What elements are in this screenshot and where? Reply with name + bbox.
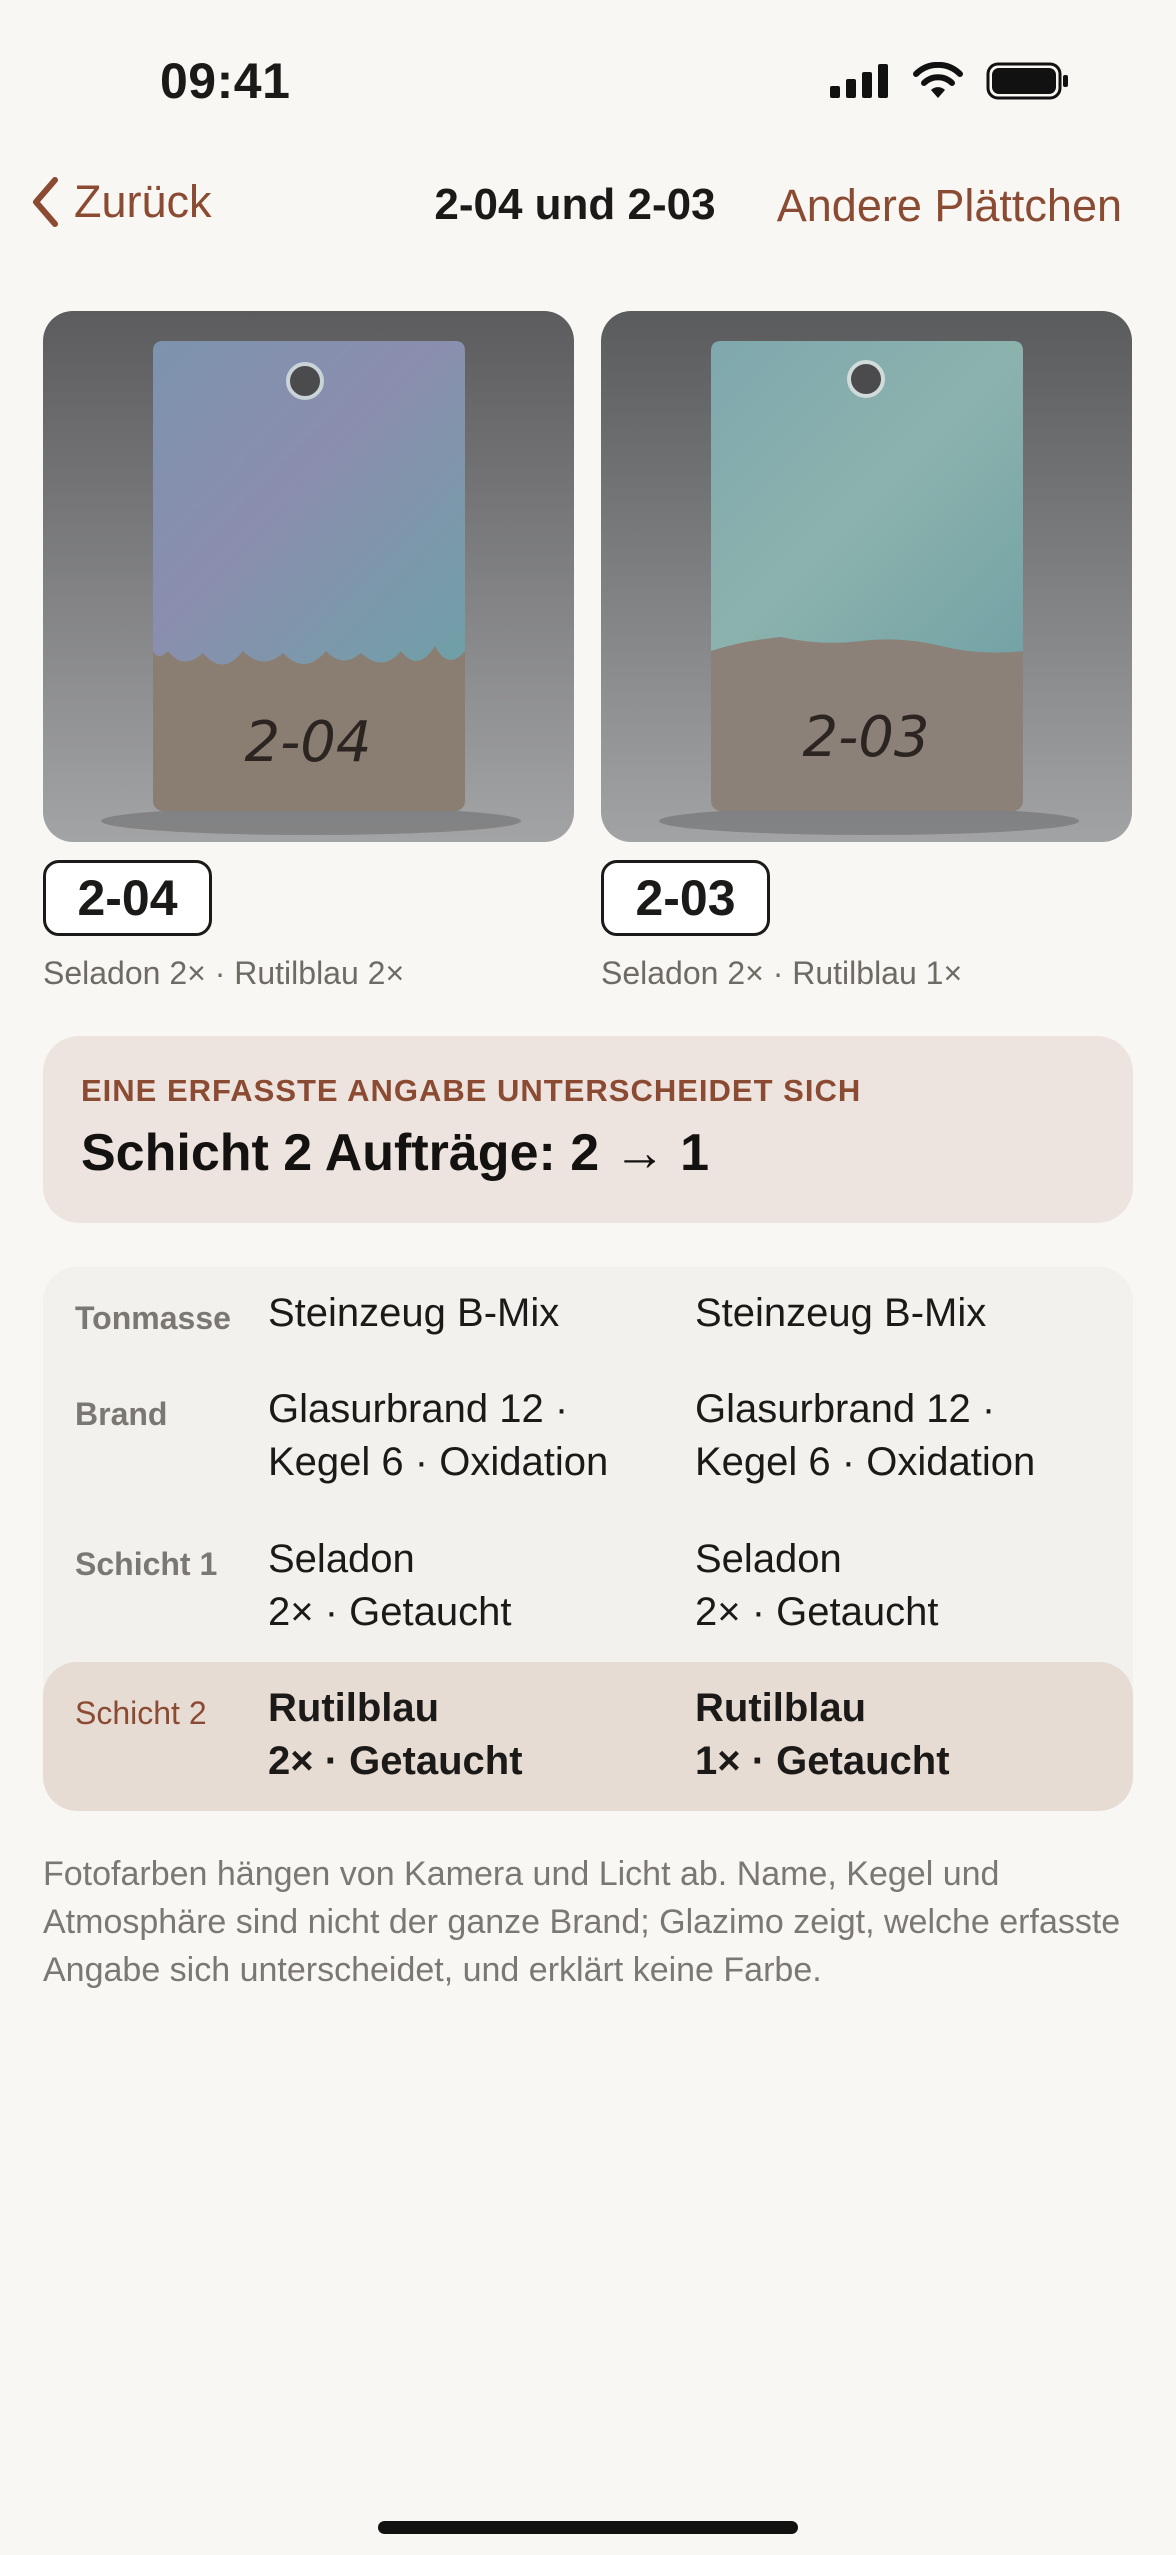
tile-glazes-left: Seladon 2× · Rutilblau 2× bbox=[43, 955, 405, 991]
cell-line: 1× · Getaucht bbox=[695, 1739, 950, 1783]
chevron-left-icon bbox=[33, 177, 58, 227]
cellular-signal-icon bbox=[830, 64, 888, 98]
cell-line: Kegel 6 · Oxidation bbox=[695, 1440, 1036, 1484]
wifi-icon bbox=[913, 62, 963, 98]
tile-photo-left[interactable]: 2-04 bbox=[43, 311, 574, 842]
cell-left-tonmasse: Steinzeug B-Mix bbox=[268, 1291, 560, 1335]
page-title-text: 2-04 und 2-03 bbox=[434, 180, 716, 229]
cell-line: Rutilblau bbox=[695, 1686, 867, 1730]
cell-right-schicht-1: Seladon 2× · Getaucht bbox=[695, 1533, 938, 1639]
row-label-tonmasse: Tonmasse bbox=[75, 1300, 231, 1336]
svg-text:2-04: 2-04 bbox=[244, 710, 371, 775]
cell-right-tonmasse: Steinzeug B-Mix bbox=[695, 1291, 987, 1335]
cell-line: Rutilblau bbox=[268, 1686, 440, 1730]
tile-glazes-right: Seladon 2× · Rutilblau 1× bbox=[601, 955, 963, 991]
cell-left-schicht-1: Seladon 2× · Getaucht bbox=[268, 1533, 511, 1639]
difference-card: EINE ERFASSTE ANGABE UNTERSCHEIDET SICH … bbox=[43, 1036, 1133, 1223]
highlight-row-background bbox=[43, 1662, 1133, 1811]
difference-headline: Schicht 2 Aufträge: 2 → 1 bbox=[81, 1124, 709, 1182]
tile-photo-right[interactable]: 2-03 bbox=[601, 311, 1132, 842]
tile-id-badge-left: 2-04 bbox=[43, 860, 212, 936]
svg-text:2-03: 2-03 bbox=[802, 705, 929, 770]
difference-kicker: EINE ERFASSTE ANGABE UNTERSCHEIDET SICH bbox=[81, 1073, 862, 1108]
cell-line: Kegel 6 · Oxidation bbox=[268, 1440, 609, 1484]
comparison-table: Tonmasse Steinzeug B-Mix Steinzeug B-Mix… bbox=[43, 1267, 1133, 1811]
back-label: Zurück bbox=[74, 176, 212, 227]
cell-left-schicht-2: Rutilblau 2× · Getaucht bbox=[268, 1682, 523, 1788]
row-label-schicht-2: Schicht 2 bbox=[75, 1695, 207, 1731]
tile-id-badge-right: 2-03 bbox=[601, 860, 770, 936]
cell-right-schicht-2: Rutilblau 1× · Getaucht bbox=[695, 1682, 950, 1788]
cell-line: Glasurbrand 12 · bbox=[695, 1387, 996, 1431]
cell-line: 2× · Getaucht bbox=[268, 1739, 523, 1783]
status-time: 09:41 bbox=[160, 53, 291, 109]
status-icons bbox=[830, 62, 1070, 100]
row-label-brand: Brand bbox=[75, 1396, 168, 1432]
footnote: Fotofarben hängen von Kamera und Licht a… bbox=[43, 1855, 1121, 1989]
cell-line: Seladon bbox=[268, 1537, 415, 1581]
cell-left-brand: Glasurbrand 12 · Kegel 6 · Oxidation bbox=[268, 1383, 608, 1489]
back-button[interactable]: Zurück bbox=[30, 176, 212, 228]
other-tiles-button[interactable]: Andere Plättchen bbox=[777, 180, 1122, 232]
cell-line: Seladon bbox=[695, 1537, 842, 1581]
row-label-schicht-1: Schicht 1 bbox=[75, 1546, 218, 1582]
home-indicator[interactable] bbox=[378, 2521, 798, 2534]
battery-icon bbox=[986, 62, 1068, 100]
cell-line: Glasurbrand 12 · bbox=[268, 1387, 569, 1431]
cell-line: 2× · Getaucht bbox=[268, 1590, 512, 1634]
cell-line: 2× · Getaucht bbox=[695, 1590, 939, 1634]
cell-right-brand: Glasurbrand 12 · Kegel 6 · Oxidation bbox=[695, 1383, 1035, 1489]
